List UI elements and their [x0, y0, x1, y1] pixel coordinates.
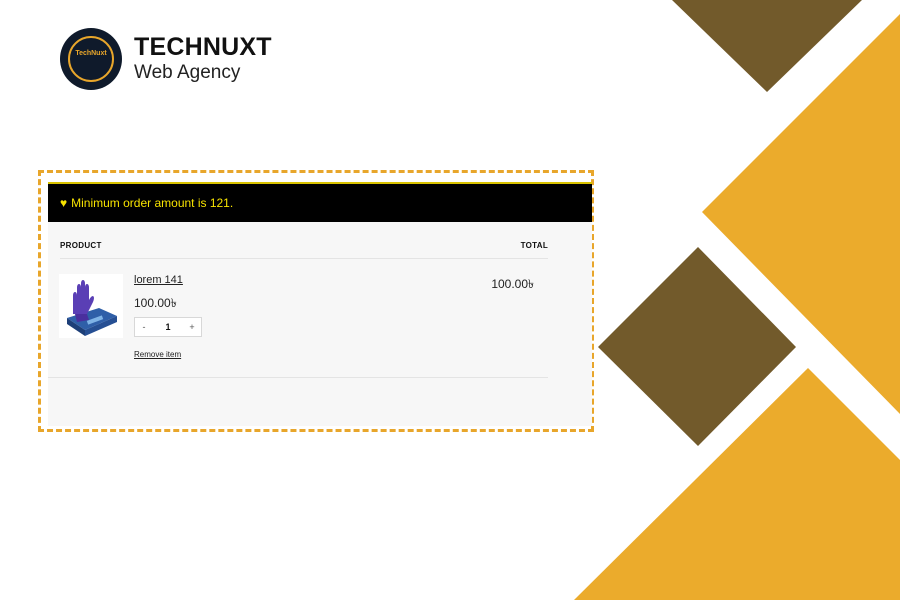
- quantity-stepper: - 1 +: [134, 317, 202, 337]
- product-unit-price: 100.00৳: [134, 296, 177, 310]
- heart-icon: ♥: [60, 196, 68, 210]
- brand-logo: TechNuxt: [60, 28, 122, 90]
- brand-text: TECHNUXT Web Agency: [134, 33, 272, 85]
- minimum-order-notice: ♥ Minimum order amount is 121.: [48, 182, 592, 222]
- brand-name: TECHNUXT: [134, 33, 272, 61]
- column-header-total: TOTAL: [520, 241, 548, 250]
- cart-panel: ♥ Minimum order amount is 121. PRODUCT T…: [48, 182, 592, 426]
- column-header-product: PRODUCT: [60, 241, 102, 250]
- logo-text: TechNuxt: [75, 50, 107, 57]
- row-divider: [48, 377, 548, 378]
- brand-header: TechNuxt TECHNUXT Web Agency: [60, 28, 272, 90]
- gloves-box-image: [59, 274, 123, 338]
- remove-item-link[interactable]: Remove item: [134, 350, 181, 359]
- increase-quantity-button[interactable]: +: [183, 322, 201, 332]
- brand-tagline: Web Agency: [134, 62, 241, 83]
- product-name-link[interactable]: lorem 141: [134, 274, 183, 286]
- quantity-input[interactable]: 1: [156, 322, 180, 332]
- cart-table-header: PRODUCT TOTAL: [60, 234, 548, 259]
- line-item-total: 100.00৳: [491, 277, 534, 291]
- deco-dark-triangle-top: [672, 0, 862, 92]
- notice-text: Minimum order amount is 121.: [71, 196, 234, 210]
- product-thumbnail[interactable]: [59, 274, 123, 338]
- decrease-quantity-button[interactable]: -: [135, 322, 153, 332]
